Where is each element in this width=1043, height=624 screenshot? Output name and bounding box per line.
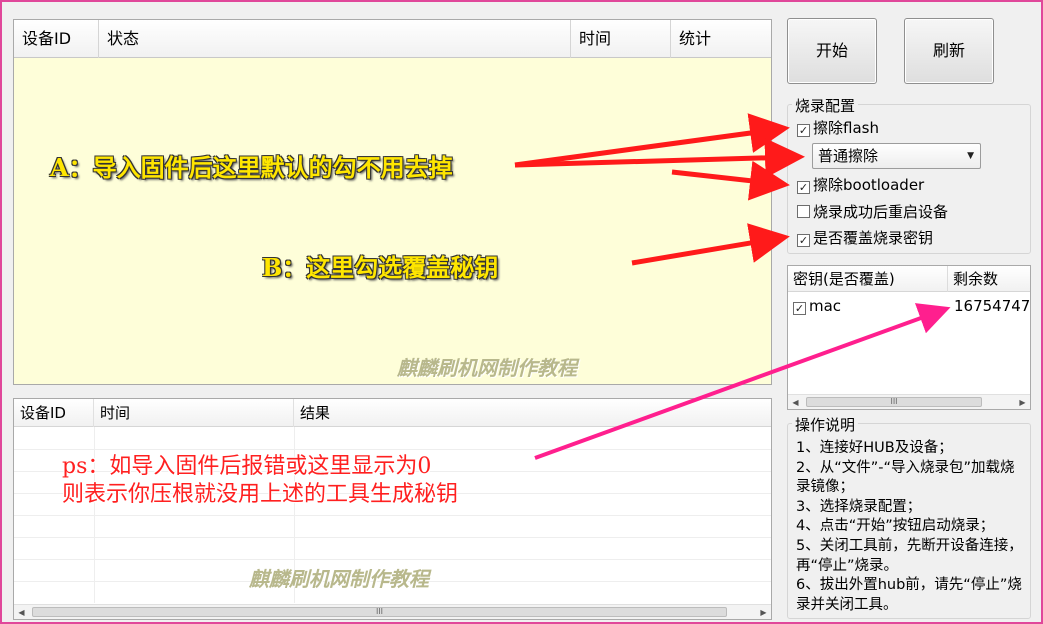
annotation-a: A：导入固件后这里默认的勾不用去掉 xyxy=(50,153,453,182)
arrow-to-key-remaining xyxy=(534,303,951,460)
arrow-to-overwrite-key xyxy=(631,223,790,266)
annotation-b: B：这里勾选覆盖秘钥 xyxy=(262,253,499,282)
arrow-to-erase-bootloader xyxy=(671,160,790,201)
annotation-arrows xyxy=(514,113,951,460)
annotation-ps-line2: 则表示你压根就没用上述的工具生成秘钥 xyxy=(62,482,459,507)
